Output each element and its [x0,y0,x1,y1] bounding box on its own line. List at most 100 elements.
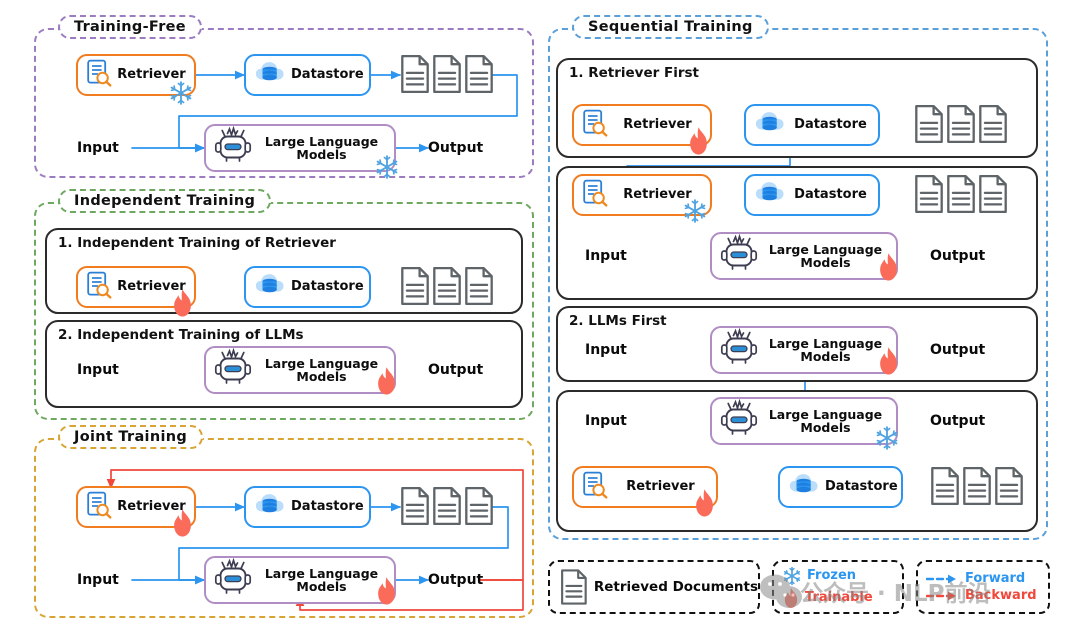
robot-icon [214,347,252,392]
legend-documents: Retrieved Documents [548,560,760,614]
legend-forward-backward: Forward Backward [916,560,1050,614]
input-label: Input [585,248,627,264]
node-datastore[interactable]: Datastore [744,174,880,216]
node-llm-label: Large Language Models [257,356,386,384]
robot-icon [720,398,758,443]
legend-forward-label: Forward [965,571,1026,586]
document-icon [433,266,461,306]
section-title-training-free: Training-Free [58,15,202,39]
node-llm-line2: Models [800,420,851,435]
forward-arrow-icon [926,574,956,583]
datastore-icon [788,470,820,504]
document-icon [979,174,1007,214]
input-label: Input [77,140,119,156]
node-datastore[interactable]: Datastore [744,104,880,146]
document-icon [931,466,959,506]
input-label: Input [77,362,119,378]
datastore-icon [754,108,786,142]
documents-stack [400,266,494,306]
section-title-joint-training: Joint Training [58,425,204,449]
document-icon [433,54,461,94]
document-icon [979,104,1007,144]
document-icon [947,104,975,144]
node-datastore[interactable]: Datastore [244,266,371,308]
retriever-icon [582,471,608,503]
document-icon [465,486,493,526]
retriever-icon [582,179,608,211]
node-llm-label: Large Language Models [257,566,386,594]
node-llm[interactable]: Large Language Models [204,124,396,172]
document-icon [433,486,461,526]
output-label: Output [428,140,484,156]
diagram-canvas: Training-Free Retriever Datastore Input … [0,0,1068,636]
node-llm[interactable]: Large Language Models [710,232,898,280]
robot-icon [720,233,758,278]
node-datastore[interactable]: Datastore [778,466,903,508]
node-datastore-label: Datastore [291,278,364,294]
output-label: Output [930,413,986,429]
datastore-icon [254,58,286,92]
datastore-icon [254,270,286,304]
document-icon [561,569,587,605]
node-datastore-label: Datastore [291,66,364,82]
node-llm[interactable]: Large Language Models [710,397,898,445]
node-datastore-label: Datastore [794,186,867,202]
document-icon [947,174,975,214]
node-retriever-label: Retriever [117,498,186,514]
node-retriever[interactable]: Retriever [76,266,196,308]
document-icon [401,486,429,526]
documents-stack [914,104,1008,144]
panel-title-llms-first: 2. LLMs First [569,313,667,329]
document-icon [963,466,991,506]
legend-forward-row: Forward [926,571,1025,586]
node-llm[interactable]: Large Language Models [710,326,898,374]
node-datastore-label: Datastore [291,498,364,514]
output-label: Output [428,572,484,588]
retriever-icon [86,491,112,523]
legend-frozen-row: Frozen [782,566,856,586]
retriever-icon [86,271,112,303]
robot-icon [214,125,252,170]
node-datastore[interactable]: Datastore [244,486,371,528]
node-datastore[interactable]: Datastore [244,54,371,96]
output-label: Output [930,248,986,264]
document-icon [401,266,429,306]
node-llm-label: Large Language Models [257,134,386,162]
legend-frozen-trainable: Frozen Trainable [772,560,904,614]
output-label: Output [930,342,986,358]
backward-arrow-icon [926,591,956,600]
legend-trainable-row: Trainable [782,587,873,609]
legend-documents-label: Retrieved Documents [593,579,758,595]
document-icon [465,54,493,94]
datastore-icon [254,490,286,524]
document-icon [995,466,1023,506]
node-retriever-label: Retriever [623,116,692,132]
node-llm-line2: Models [296,147,347,162]
node-retriever[interactable]: Retriever [572,174,712,216]
node-retriever-label: Retriever [117,66,186,82]
robot-icon [214,557,252,602]
legend-frozen-label: Frozen [807,568,857,583]
node-retriever-label: Retriever [117,278,186,294]
node-llm[interactable]: Large Language Models [204,346,396,394]
datastore-icon [754,178,786,212]
document-icon [915,104,943,144]
node-retriever[interactable]: Retriever [572,104,712,146]
node-retriever[interactable]: Retriever [76,54,196,96]
output-label: Output [428,362,484,378]
node-llm-label: Large Language Models [763,242,888,270]
document-icon [915,174,943,214]
document-icon [465,266,493,306]
input-label: Input [585,413,627,429]
node-llm[interactable]: Large Language Models [204,556,396,604]
node-datastore-label: Datastore [794,116,867,132]
legend-trainable-label: Trainable [805,590,873,605]
section-title-sequential-training: Sequential Training [572,15,769,39]
node-llm-label: Large Language Models [763,407,888,435]
documents-stack [914,174,1008,214]
trainable-icon [784,587,798,608]
node-retriever[interactable]: Retriever [76,486,196,528]
node-llm-line2: Models [296,369,347,384]
node-retriever[interactable]: Retriever [572,466,718,508]
retriever-icon [86,59,112,91]
